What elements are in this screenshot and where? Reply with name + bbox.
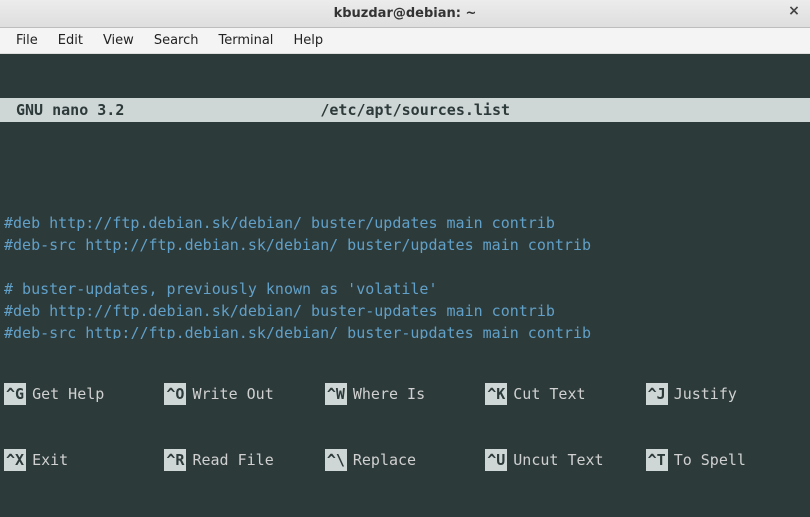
menu-view[interactable]: View	[93, 30, 144, 51]
shortcut-get-help[interactable]: ^GGet Help	[4, 383, 164, 405]
shortcut-write-out[interactable]: ^OWrite Out	[164, 383, 324, 405]
terminal-area[interactable]: GNU nano 3.2 /etc/apt/sources.list #deb …	[0, 54, 810, 517]
menu-edit[interactable]: Edit	[48, 30, 93, 51]
shortcut-justify[interactable]: ^JJustify	[646, 383, 806, 405]
shortcut-uncut-text[interactable]: ^UUncut Text	[485, 449, 645, 471]
blank-line	[4, 258, 13, 276]
window-titlebar: kbuzdar@debian: ~ ×	[0, 0, 810, 28]
source-line: # buster-updates, previously known as 'v…	[4, 280, 437, 298]
shortcut-replace[interactable]: ^\Replace	[325, 449, 485, 471]
nano-file-path: /etc/apt/sources.list	[24, 98, 806, 122]
close-icon[interactable]: ×	[786, 4, 802, 20]
shortcut-to-spell[interactable]: ^TTo Spell	[646, 449, 806, 471]
source-line: #deb http://ftp.debian.sk/debian/ buster…	[4, 214, 555, 232]
menu-help[interactable]: Help	[283, 30, 333, 51]
menu-search[interactable]: Search	[144, 30, 209, 51]
nano-header: GNU nano 3.2 /etc/apt/sources.list	[0, 98, 810, 122]
menubar: File Edit View Search Terminal Help	[0, 28, 810, 54]
source-line: #deb http://ftp.debian.sk/debian/ buster…	[4, 302, 555, 320]
shortcut-read-file[interactable]: ^RRead File	[164, 449, 324, 471]
shortcut-where-is[interactable]: ^WWhere Is	[325, 383, 485, 405]
shortcut-row: ^XExit ^RRead File ^\Replace ^UUncut Tex…	[4, 449, 806, 471]
shortcut-exit[interactable]: ^XExit	[4, 449, 164, 471]
nano-shortcuts: ^GGet Help ^OWrite Out ^WWhere Is ^KCut …	[0, 339, 810, 517]
menu-file[interactable]: File	[6, 30, 48, 51]
shortcut-cut-text[interactable]: ^KCut Text	[485, 383, 645, 405]
shortcut-row: ^GGet Help ^OWrite Out ^WWhere Is ^KCut …	[4, 383, 806, 405]
blank-line	[4, 192, 13, 210]
window-title: kbuzdar@debian: ~	[334, 6, 477, 21]
menu-terminal[interactable]: Terminal	[208, 30, 283, 51]
source-line: #deb-src http://ftp.debian.sk/debian/ bu…	[4, 236, 591, 254]
